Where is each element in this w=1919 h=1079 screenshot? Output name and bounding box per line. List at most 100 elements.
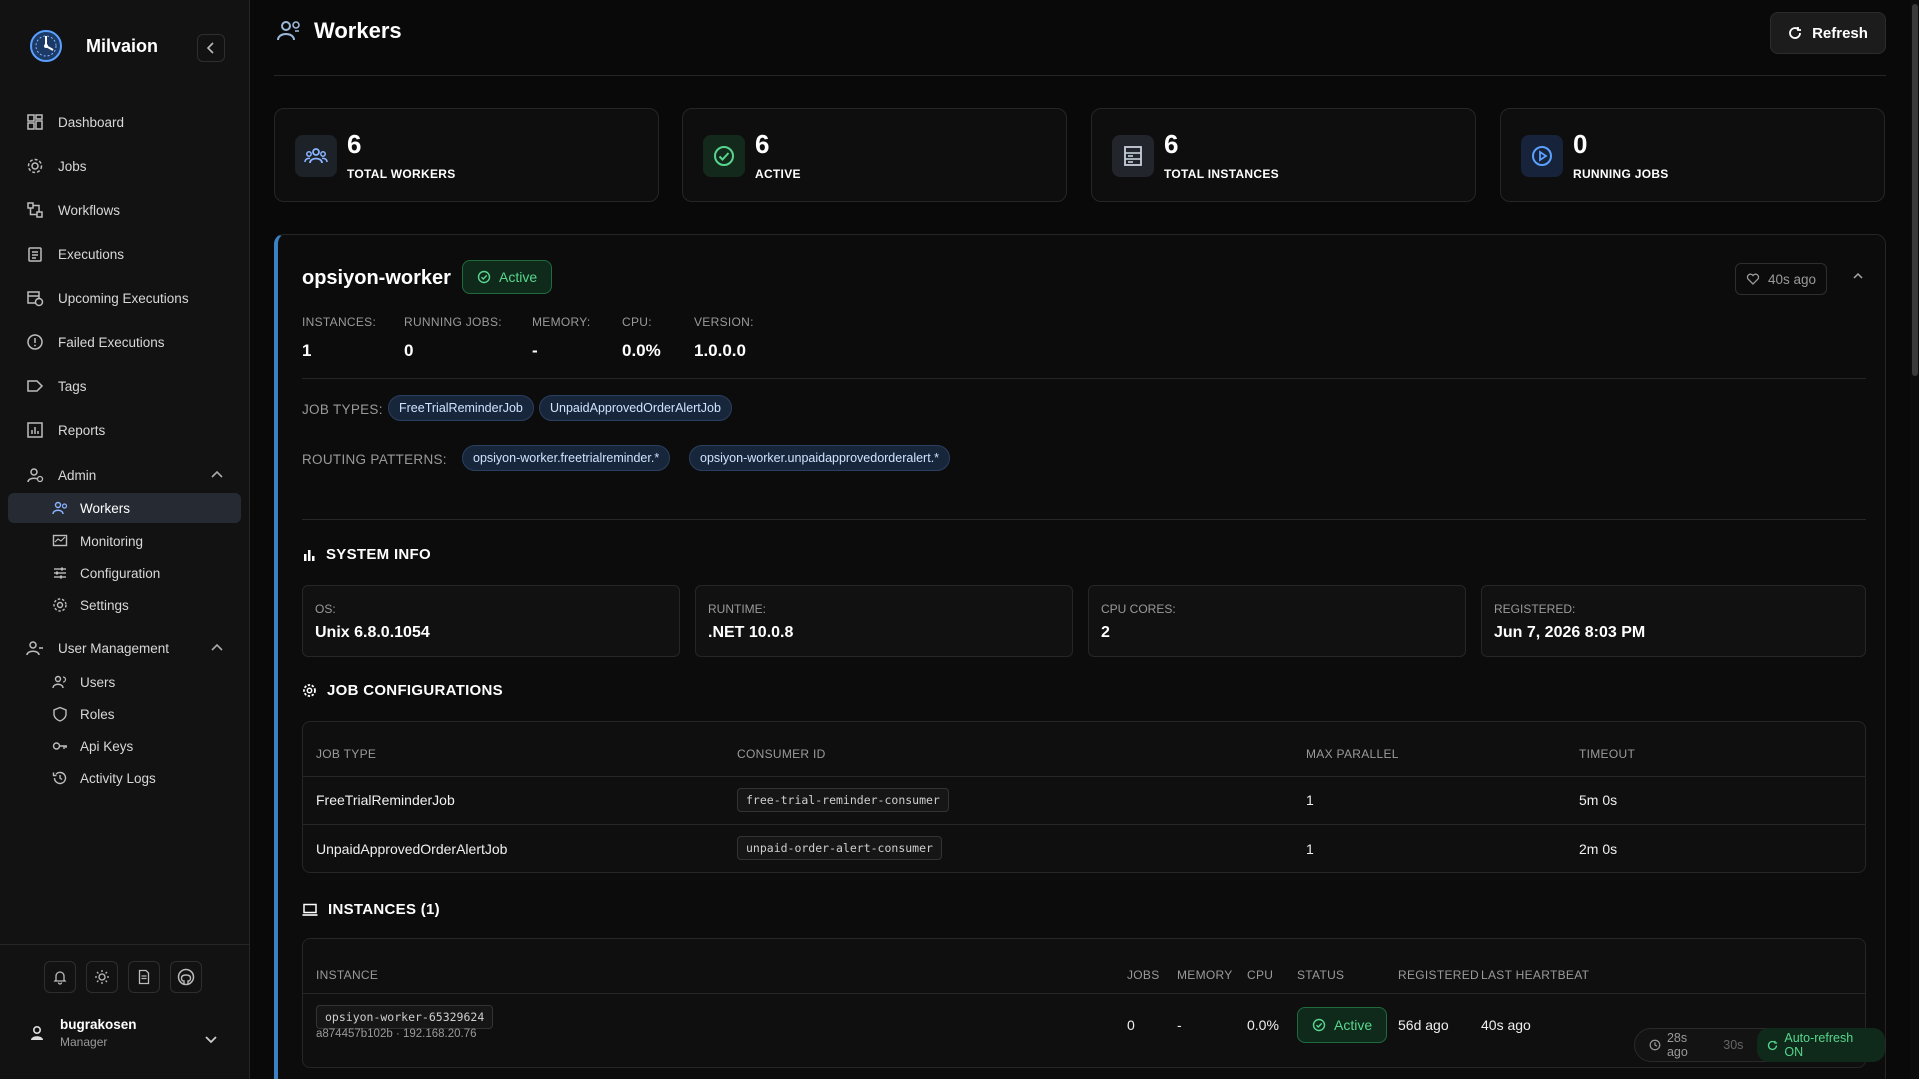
job-types-label: JOB TYPES: <box>302 402 383 417</box>
refresh-interval-text: 30s <box>1723 1038 1744 1052</box>
sliders-icon <box>54 567 66 579</box>
sidebar-item-dashboard[interactable]: Dashboard <box>8 105 241 139</box>
sidebar-item-label: Monitoring <box>80 533 144 549</box>
collapse-sidebar-button[interactable] <box>197 34 225 62</box>
metric-value: - <box>532 341 538 360</box>
heartbeat-text: 40s ago <box>1767 271 1817 287</box>
check-circle-icon <box>714 146 734 166</box>
sidebar-item-label: Workflows <box>58 202 121 218</box>
sidebar-group-user-management[interactable]: User Management <box>8 631 241 665</box>
info-value: Unix 6.8.0.1054 <box>315 624 430 641</box>
info-registered: REGISTERED: Jun 7, 2026 8:03 PM <box>1481 585 1866 657</box>
admin-icon <box>27 468 44 483</box>
divider <box>302 378 1866 379</box>
cell-last-heartbeat: 40s ago <box>1481 1017 1531 1033</box>
row-divider <box>303 993 1865 994</box>
info-label: CPU CORES: <box>1101 602 1176 616</box>
cell-timeout: 2m 0s <box>1579 841 1618 857</box>
sidebar-item-configuration[interactable]: Configuration <box>8 558 241 588</box>
dashboard-icon <box>27 114 43 130</box>
cell-consumer-id: free-trial-reminder-consumer <box>737 788 949 812</box>
instances-title: INSTANCES (1) <box>302 901 440 918</box>
info-cpu-cores: CPU CORES: 2 <box>1088 585 1466 657</box>
chevron-left-icon <box>206 42 214 54</box>
column-header: CONSUMER ID <box>737 747 826 761</box>
sidebar-item-label: Failed Executions <box>58 334 165 350</box>
cell-registered: 56d ago <box>1398 1017 1449 1033</box>
sidebar-item-settings[interactable]: Settings <box>8 590 241 620</box>
sidebar-item-api-keys[interactable]: Api Keys <box>8 731 241 761</box>
sidebar-item-workflows[interactable]: Workflows <box>8 193 241 227</box>
worker-status-badge: Active <box>462 260 553 294</box>
cog-icon <box>53 598 67 612</box>
sidebar-item-activity-logs[interactable]: Activity Logs <box>8 763 241 793</box>
notifications-button[interactable] <box>44 961 76 993</box>
users-icon <box>52 675 67 689</box>
github-button[interactable] <box>170 961 202 993</box>
auto-refresh-toggle[interactable]: Auto-refresh ON <box>1757 1028 1885 1062</box>
scrollbar-thumb[interactable] <box>1912 4 1918 376</box>
sidebar-item-monitoring[interactable]: Monitoring <box>8 526 241 556</box>
status-text: Active <box>499 269 538 285</box>
gear-icon <box>27 158 43 174</box>
tag-icon <box>27 380 44 392</box>
docs-button[interactable] <box>128 961 160 993</box>
sidebar-item-upcoming-executions[interactable]: Upcoming Executions <box>8 281 241 315</box>
stat-value: 6 <box>347 129 362 159</box>
page-title: Workers <box>276 18 402 44</box>
metric-label: MEMORY: <box>532 315 591 329</box>
info-label: OS: <box>315 602 336 616</box>
theme-toggle-button[interactable] <box>86 961 118 993</box>
sidebar-item-failed-executions[interactable]: Failed Executions <box>8 325 241 359</box>
routing-pattern-chip: opsiyon-worker.unpaidapprovedorderalert.… <box>689 445 951 471</box>
column-header: STATUS <box>1297 968 1345 982</box>
sidebar-item-users[interactable]: Users <box>8 667 241 697</box>
chevron-down-icon[interactable] <box>203 1031 219 1047</box>
sidebar-item-tags[interactable]: Tags <box>8 369 241 403</box>
metric-value: 1.0.0.0 <box>694 341 746 360</box>
page-header: Workers Refresh <box>274 0 1886 76</box>
shield-icon <box>53 706 67 722</box>
sun-icon <box>95 970 109 984</box>
stat-label: TOTAL WORKERS <box>347 167 456 181</box>
stat-icon-box <box>1521 135 1563 177</box>
sidebar-item-executions[interactable]: Executions <box>8 237 241 271</box>
job-type-chip: UnpaidApprovedOrderAlertJob <box>539 395 732 421</box>
sidebar-item-roles[interactable]: Roles <box>8 699 241 729</box>
refresh-button[interactable]: Refresh <box>1770 12 1886 54</box>
chevron-up-icon <box>211 643 223 651</box>
sidebar-item-label: Jobs <box>58 158 87 174</box>
cell-max-parallel: 1 <box>1306 841 1314 857</box>
stat-icon-box <box>1112 135 1154 177</box>
sidebar-item-label: Roles <box>80 706 115 722</box>
instances-table: INSTANCE JOBS MEMORY CPU STATUS REGISTER… <box>302 938 1866 1068</box>
monitor-icon <box>52 534 68 547</box>
sidebar-group-label: User Management <box>58 640 170 656</box>
metric-label: RUNNING JOBS: <box>404 315 502 329</box>
app-name: Milvaion <box>86 35 159 56</box>
user-name: bugrakosen <box>60 1017 137 1032</box>
cell-job-type: FreeTrialReminderJob <box>316 792 455 808</box>
row-divider <box>303 824 1865 825</box>
page-title-text: Workers <box>314 18 402 43</box>
user-profile[interactable]: bugrakosen Manager <box>28 1017 137 1049</box>
column-header: MAX PARALLEL <box>1306 747 1399 761</box>
metric-running-jobs: RUNNING JOBS: 0 <box>404 315 502 361</box>
metric-value: 0.0% <box>622 341 661 360</box>
instance-status-badge: Active <box>1297 1007 1388 1043</box>
sidebar-item-label: Tags <box>58 378 87 394</box>
metric-value: 1 <box>302 341 312 360</box>
sidebar-item-workers[interactable]: Workers <box>8 493 241 523</box>
auto-refresh-bar[interactable]: 28s ago 30s Auto-refresh ON <box>1634 1028 1886 1062</box>
info-label: RUNTIME: <box>708 602 766 616</box>
chevron-up-icon[interactable] <box>1851 269 1865 283</box>
sidebar-item-jobs[interactable]: Jobs <box>8 149 241 183</box>
cell-memory: - <box>1177 1017 1182 1033</box>
stat-icon-box <box>295 135 337 177</box>
sidebar-group-admin[interactable]: Admin <box>8 458 241 492</box>
sidebar-item-reports[interactable]: Reports <box>8 413 241 447</box>
info-value: Jun 7, 2026 8:03 PM <box>1494 624 1646 641</box>
sidebar: Milvaion Dashboard Jobs Workflows Execut… <box>0 0 250 1079</box>
brand[interactable]: Milvaion <box>28 28 158 64</box>
sidebar-item-label: Reports <box>58 422 106 438</box>
